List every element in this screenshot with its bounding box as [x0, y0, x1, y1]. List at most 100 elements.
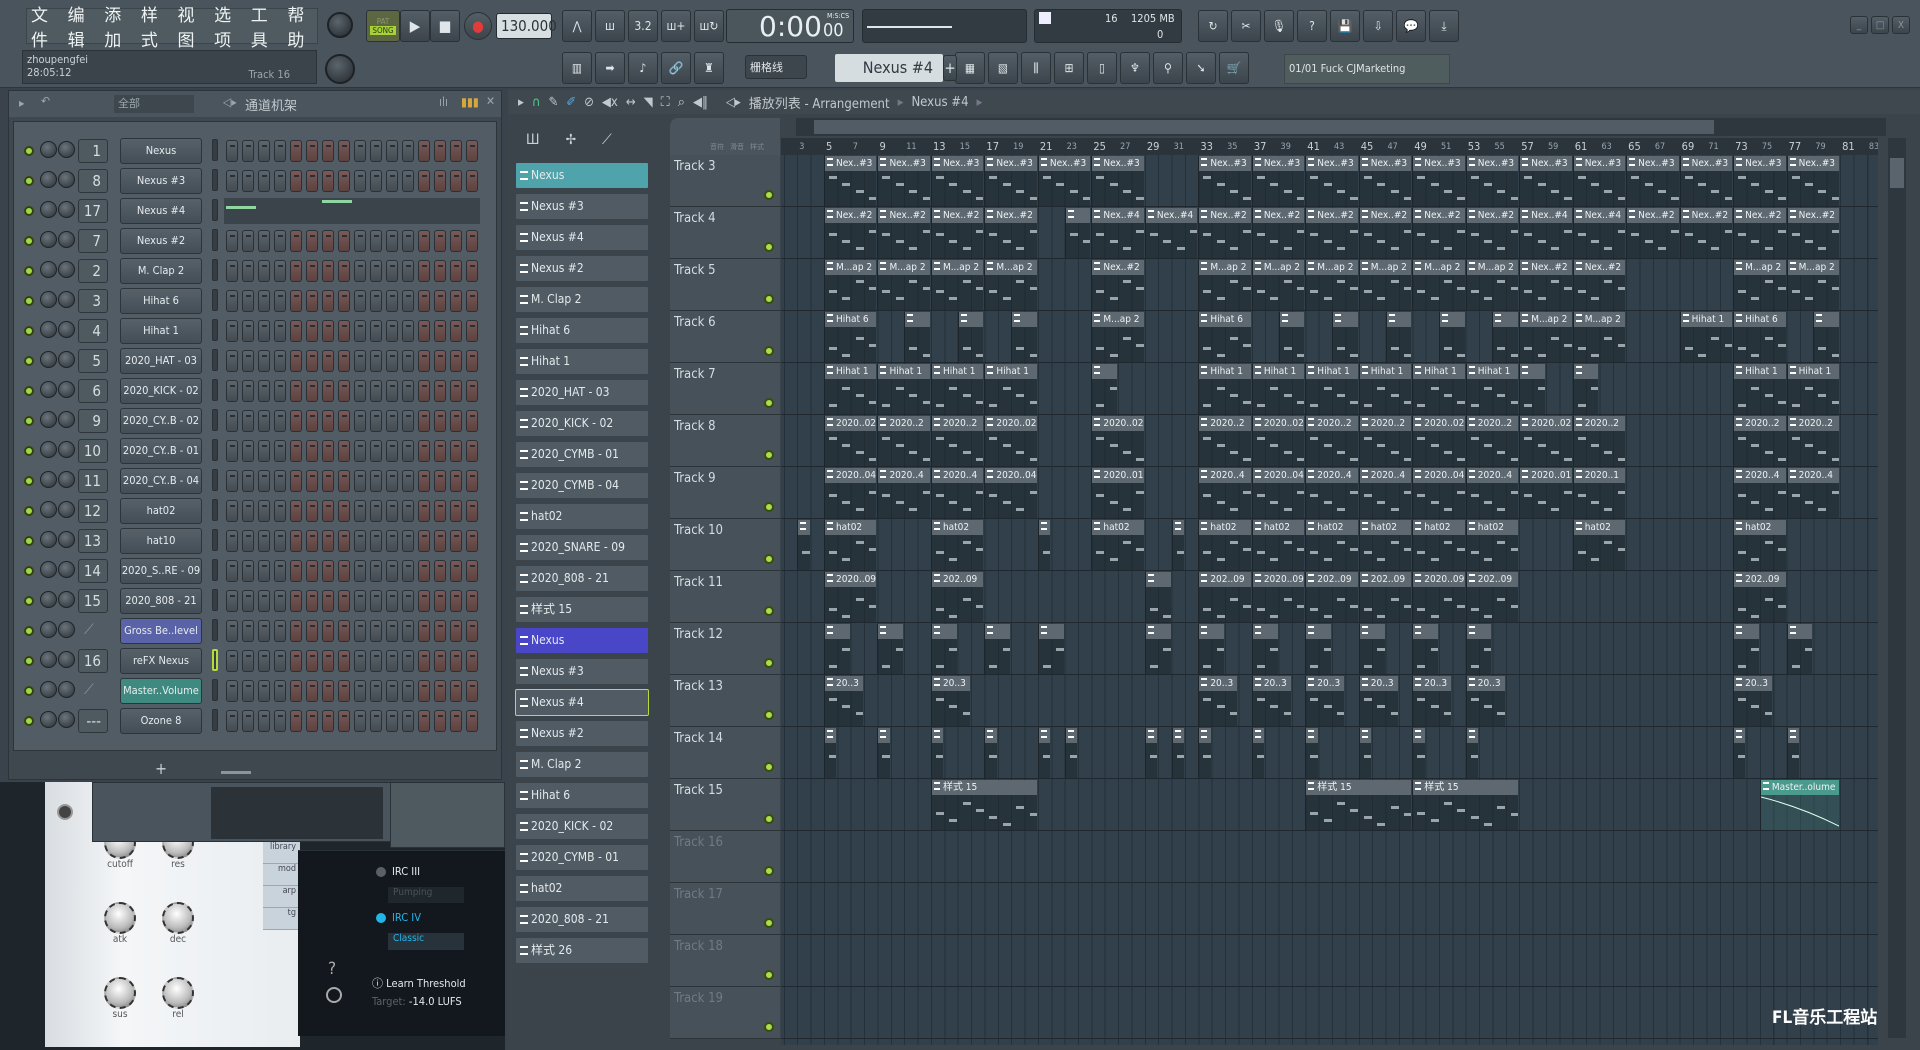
- save-icon[interactable]: 💾: [1330, 10, 1360, 42]
- step-button[interactable]: [354, 170, 366, 192]
- pattern-clip[interactable]: M...ap 2: [1465, 260, 1519, 310]
- mute-led[interactable]: [24, 626, 34, 636]
- lamp-icon[interactable]: ⚲: [1153, 52, 1183, 84]
- step-button[interactable]: [242, 350, 254, 372]
- step-button[interactable]: [258, 710, 270, 732]
- pat-song-toggle[interactable]: PAT SONG: [366, 10, 400, 42]
- pattern-clip[interactable]: [1733, 728, 1746, 778]
- mute-led[interactable]: [24, 146, 34, 156]
- pattern-clip[interactable]: Nex..#2: [1465, 208, 1519, 258]
- track-enable-led[interactable]: [764, 762, 774, 772]
- pattern-clip[interactable]: [1278, 312, 1305, 362]
- step-button[interactable]: [402, 680, 414, 702]
- step-button[interactable]: [354, 620, 366, 642]
- volume-knob[interactable]: [58, 651, 75, 668]
- mixer-track-number[interactable]: 2: [78, 259, 108, 283]
- step-button[interactable]: [434, 290, 446, 312]
- step-button[interactable]: [290, 140, 302, 162]
- channel-name-button[interactable]: Gross Be..level: [120, 618, 202, 644]
- pattern-clip[interactable]: Nex..#2: [930, 208, 984, 258]
- pattern-clip[interactable]: Nex..#2: [1305, 208, 1358, 258]
- step-button[interactable]: [258, 440, 270, 462]
- mixer-track-number[interactable]: 9: [78, 409, 108, 433]
- mute-led[interactable]: [24, 206, 34, 216]
- track-enable-led[interactable]: [764, 398, 774, 408]
- step-button[interactable]: [226, 350, 238, 372]
- pattern-clip[interactable]: 样式 15: [930, 780, 1037, 830]
- track-header[interactable]: Track 11: [670, 571, 780, 623]
- track-enable-led[interactable]: [764, 970, 774, 980]
- pattern-clip[interactable]: M...ap 2: [984, 260, 1037, 310]
- pattern-picker-item[interactable]: 2020_KICK - 02: [515, 813, 649, 840]
- step-button[interactable]: [370, 440, 382, 462]
- channel-name-button[interactable]: hat02: [120, 498, 202, 524]
- step-button[interactable]: [418, 410, 430, 432]
- pattern-clip[interactable]: Nex..#3: [1412, 156, 1465, 206]
- step-button[interactable]: [370, 170, 382, 192]
- pan-knob[interactable]: [40, 171, 57, 188]
- pattern-clip[interactable]: 2020..09: [1251, 572, 1305, 622]
- minimize-button[interactable]: _: [1850, 16, 1868, 34]
- tempo-display[interactable]: 130.000: [496, 13, 557, 39]
- step-button[interactable]: [290, 680, 302, 702]
- pan-knob[interactable]: [40, 321, 57, 338]
- pattern-clip[interactable]: [1385, 312, 1412, 362]
- step-button[interactable]: [434, 620, 446, 642]
- channel-name-button[interactable]: M. Clap 2: [120, 258, 202, 284]
- step-button[interactable]: [274, 560, 286, 582]
- pattern-clip[interactable]: [1733, 624, 1759, 674]
- record-audio-icon[interactable]: 🎙: [1264, 10, 1294, 42]
- pattern-clip[interactable]: Nex..#2: [1358, 208, 1412, 258]
- step-button[interactable]: [450, 290, 462, 312]
- step-button[interactable]: [386, 410, 398, 432]
- pattern-clip[interactable]: M...ap 2: [1412, 260, 1465, 310]
- step-button[interactable]: [386, 680, 398, 702]
- pattern-picker-item[interactable]: Hihat 6: [515, 782, 649, 809]
- channel-rack-icon[interactable]: ⊞: [1054, 52, 1084, 84]
- pattern-picker-item[interactable]: Nexus: [515, 162, 649, 189]
- nexus-tab[interactable]: arp: [263, 886, 300, 908]
- track-header[interactable]: Track 7: [670, 363, 780, 415]
- channel-select-indicator[interactable]: [212, 559, 218, 581]
- pattern-clip[interactable]: 2020..04: [823, 468, 877, 518]
- step-button[interactable]: [274, 380, 286, 402]
- mute-led[interactable]: [24, 296, 34, 306]
- volume-knob[interactable]: [58, 501, 75, 518]
- pattern-clip[interactable]: 20..3: [1251, 676, 1291, 726]
- channel-name-button[interactable]: Master..Volume: [120, 678, 202, 704]
- pattern-clip[interactable]: Nex..#2: [823, 208, 877, 258]
- pattern-clip[interactable]: 2020..09: [823, 572, 877, 622]
- export-icon[interactable]: ⇩: [1363, 10, 1393, 42]
- pattern-clip[interactable]: Nex..#2: [1251, 208, 1305, 258]
- pattern-clip[interactable]: Hihat 1: [1358, 364, 1412, 414]
- pattern-picker-item[interactable]: 2020_808 - 21: [515, 565, 649, 592]
- track-enable-led[interactable]: [764, 554, 774, 564]
- step-button[interactable]: [306, 650, 318, 672]
- track-enable-led[interactable]: [764, 710, 774, 720]
- step-button[interactable]: [290, 170, 302, 192]
- channel-select-indicator[interactable]: [212, 379, 218, 401]
- pattern-clip[interactable]: 202..09: [1733, 572, 1786, 622]
- step-button[interactable]: [418, 650, 430, 672]
- step-button[interactable]: [354, 590, 366, 612]
- arrow-icon[interactable]: ➡: [595, 52, 625, 84]
- channel-select-indicator[interactable]: [212, 679, 218, 701]
- step-button[interactable]: [290, 260, 302, 282]
- step-button[interactable]: [354, 320, 366, 342]
- step-button[interactable]: [386, 350, 398, 372]
- channel-name-button[interactable]: hat10: [120, 528, 202, 554]
- pattern-clip[interactable]: hat02: [1465, 520, 1519, 570]
- automation-icon[interactable]: ⟋: [602, 132, 612, 148]
- step-button[interactable]: [258, 470, 270, 492]
- pattern-clip[interactable]: M...ap 2: [1198, 260, 1251, 310]
- channel-name-button[interactable]: 2020_KICK - 02: [120, 378, 202, 404]
- step-button[interactable]: [258, 260, 270, 282]
- pan-knob[interactable]: [40, 411, 57, 428]
- pattern-clip[interactable]: hat02: [1358, 520, 1412, 570]
- pattern-clip[interactable]: 2020..02: [1412, 416, 1465, 466]
- step-button[interactable]: [322, 500, 334, 522]
- select-icon[interactable]: ⛶: [661, 95, 670, 110]
- volume-knob[interactable]: [58, 411, 75, 428]
- step-button[interactable]: [450, 500, 462, 522]
- step-button[interactable]: [290, 530, 302, 552]
